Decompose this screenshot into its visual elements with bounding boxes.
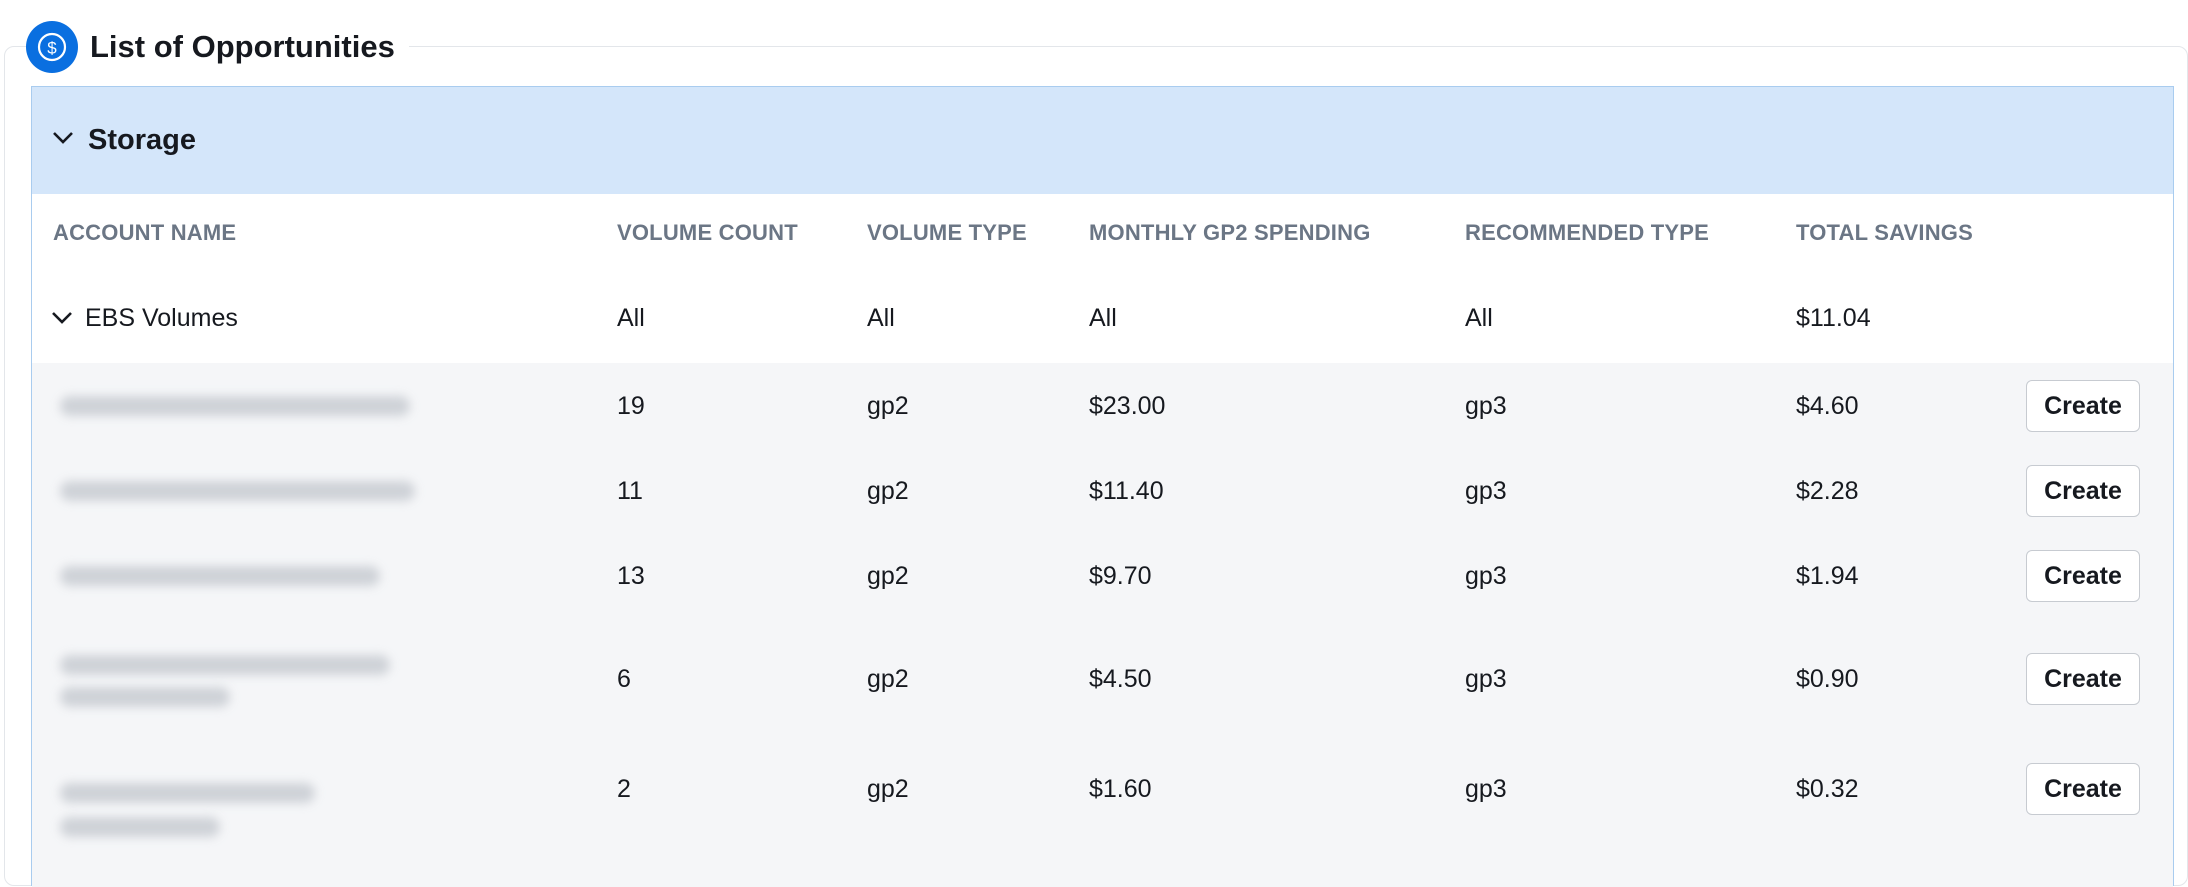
account-name-redacted xyxy=(60,687,230,707)
column-header-total-savings: TOTAL SAVINGS xyxy=(1796,220,1973,245)
monthly-spending: $11.40 xyxy=(1089,477,1164,505)
chevron-down-icon xyxy=(52,131,74,150)
account-name-redacted xyxy=(60,396,410,416)
table-header: ACCOUNT NAME VOLUME COUNT VOLUME TYPE MO… xyxy=(32,193,2173,273)
group-total-savings: $11.04 xyxy=(1796,303,1871,332)
volume-type: gp2 xyxy=(867,562,909,590)
recommended-type: gp3 xyxy=(1465,664,1507,693)
section-title: Storage xyxy=(88,123,196,156)
column-header-volume-type: VOLUME TYPE xyxy=(867,220,1027,245)
volume-count: 6 xyxy=(617,664,631,693)
group-volume-count: All xyxy=(617,303,645,332)
table-row: 13 gp2 $9.70 gp3 $1.94 Create xyxy=(32,534,2173,619)
account-name-redacted xyxy=(60,566,380,586)
account-name-redacted xyxy=(60,783,315,803)
group-row-ebs-volumes[interactable]: EBS Volumes All All All All $11.04 xyxy=(32,273,2173,363)
group-recommended-type: All xyxy=(1465,303,1493,332)
table-row: 11 gp2 $11.40 gp3 $2.28 Create xyxy=(32,449,2173,534)
monthly-spending: $23.00 xyxy=(1089,391,1166,420)
group-name: EBS Volumes xyxy=(85,303,238,332)
create-button[interactable]: Create xyxy=(2026,380,2140,432)
volume-type: gp2 xyxy=(867,477,909,505)
storage-section-toggle[interactable]: Storage xyxy=(32,87,2173,194)
total-savings: $1.94 xyxy=(1796,562,1859,590)
page-title: List of Opportunities xyxy=(90,29,395,64)
svg-text:$: $ xyxy=(47,39,57,58)
create-button[interactable]: Create xyxy=(2026,465,2140,517)
account-name-redacted xyxy=(60,817,220,837)
recommended-type: gp3 xyxy=(1465,477,1507,505)
group-toggle[interactable]: EBS Volumes xyxy=(51,273,238,363)
volume-type: gp2 xyxy=(867,664,909,693)
column-header-monthly-spending: MONTHLY GP2 SPENDING xyxy=(1089,220,1371,245)
volume-count: 11 xyxy=(617,477,643,505)
volume-count: 19 xyxy=(617,391,645,420)
total-savings: $2.28 xyxy=(1796,477,1859,505)
volume-type: gp2 xyxy=(867,391,909,420)
dollar-circle-icon: $ xyxy=(26,21,78,73)
volume-count: 13 xyxy=(617,562,645,590)
total-savings: $4.60 xyxy=(1796,391,1859,420)
panel-legend: $ List of Opportunities xyxy=(26,10,409,84)
create-button[interactable]: Create xyxy=(2026,550,2140,602)
create-button[interactable]: Create xyxy=(2026,653,2140,705)
volume-count: 2 xyxy=(617,774,631,803)
recommended-type: gp3 xyxy=(1465,562,1507,590)
volume-type: gp2 xyxy=(867,774,909,803)
account-name-redacted xyxy=(60,481,415,501)
monthly-spending: $9.70 xyxy=(1089,562,1152,590)
recommended-type: gp3 xyxy=(1465,391,1507,420)
recommended-type: gp3 xyxy=(1465,774,1507,803)
group-monthly-spending: All xyxy=(1089,303,1117,332)
account-name-redacted xyxy=(60,655,390,675)
column-header-volume-count: VOLUME COUNT xyxy=(617,220,798,245)
storage-card: Storage ACCOUNT NAME VOLUME COUNT VOLUME… xyxy=(31,86,2174,887)
table-row: 6 gp2 $4.50 gp3 $0.90 Create xyxy=(32,619,2173,739)
chevron-down-icon xyxy=(51,311,73,325)
column-header-account-name: ACCOUNT NAME xyxy=(53,220,237,245)
monthly-spending: $1.60 xyxy=(1089,774,1152,803)
table-row: 19 gp2 $23.00 gp3 $4.60 Create xyxy=(32,363,2173,449)
table-row: 2 gp2 $1.60 gp3 $0.32 Create xyxy=(32,739,2173,887)
create-button[interactable]: Create xyxy=(2026,763,2140,815)
monthly-spending: $4.50 xyxy=(1089,664,1152,693)
column-header-recommended-type: RECOMMENDED TYPE xyxy=(1465,220,1709,245)
total-savings: $0.90 xyxy=(1796,664,1859,693)
total-savings: $0.32 xyxy=(1796,774,1859,803)
group-volume-type: All xyxy=(867,303,895,332)
